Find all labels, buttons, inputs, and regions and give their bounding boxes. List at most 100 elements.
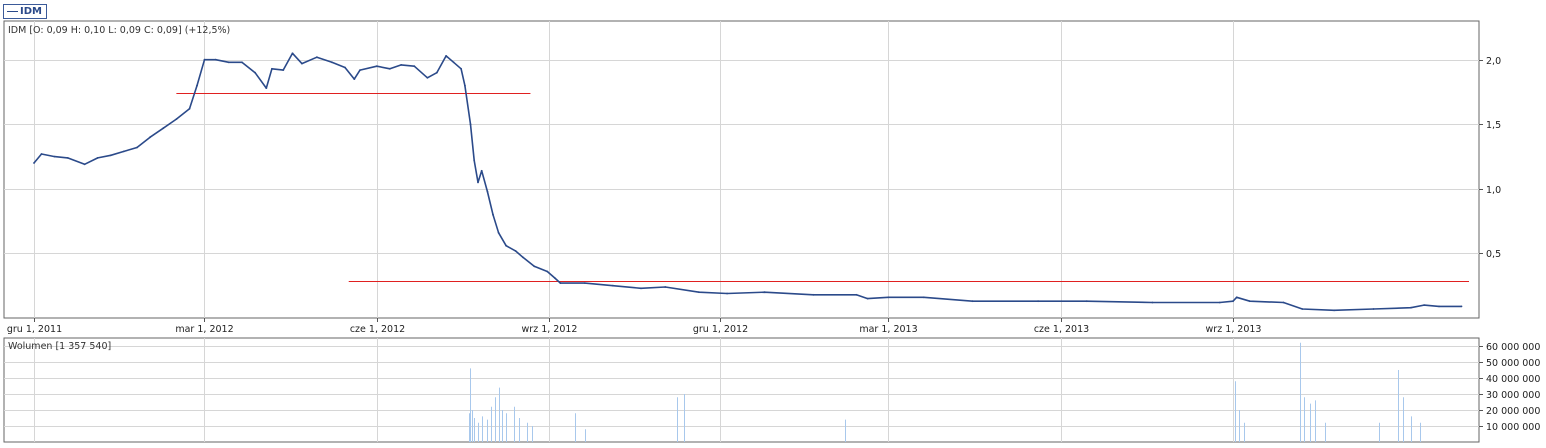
price-point: [505, 244, 507, 247]
price-point: [477, 181, 479, 184]
x-tick-label: cze 1, 2012: [350, 324, 405, 335]
price-point: [316, 56, 318, 59]
price-point: [452, 61, 455, 64]
price-point: [971, 300, 974, 303]
price-point: [123, 150, 125, 153]
y-tick-label: 1,5: [1486, 120, 1501, 131]
price-point: [66, 157, 69, 159]
price-point: [469, 123, 472, 126]
price-point: [492, 213, 494, 216]
price-point: [291, 52, 294, 55]
price-point: [1235, 296, 1238, 299]
price-point: [1410, 306, 1412, 309]
price-point: [612, 284, 614, 287]
price-point: [1333, 309, 1335, 312]
price-point: [460, 67, 462, 70]
price-y-axis: 0,5 1,0 1,5 2,0: [1479, 56, 1501, 260]
price-point: [583, 282, 586, 284]
legend-button[interactable]: IDM: [3, 4, 47, 19]
price-point: [559, 282, 562, 284]
volume-y-tick-label: 30 000 000: [1486, 390, 1540, 401]
price-panel-frame: [3, 20, 1480, 319]
x-tick-label: mar 1, 2013: [859, 324, 917, 335]
price-point: [464, 84, 466, 87]
price-point: [1438, 305, 1440, 308]
price-point: [497, 231, 500, 234]
price-point: [812, 293, 815, 296]
price-point: [162, 127, 165, 130]
price-point: [887, 296, 890, 299]
price-point: [640, 287, 642, 290]
price-point: [522, 256, 524, 259]
price-point: [271, 67, 273, 70]
volume-y-tick-label: 20 000 000: [1486, 406, 1540, 417]
volume-y-tick-label: 50 000 000: [1486, 358, 1540, 369]
price-point: [1460, 305, 1463, 308]
price-point: [203, 58, 206, 61]
legend-line-swatch-icon: [7, 11, 18, 12]
price-point: [1218, 301, 1221, 304]
x-tick-label: wrz 1, 2012: [522, 324, 578, 335]
price-point: [400, 64, 403, 66]
price-point: [241, 61, 243, 64]
price-point: [664, 286, 667, 288]
price-point: [96, 157, 99, 159]
price-point: [1151, 301, 1154, 304]
x-tick-label: wrz 1, 2013: [1206, 324, 1262, 335]
price-point: [533, 265, 536, 268]
price-point: [375, 65, 378, 68]
price-point: [546, 270, 549, 273]
price-point: [1282, 301, 1285, 304]
price-point: [1248, 300, 1251, 303]
price-point: [1085, 300, 1088, 303]
price-point: [83, 163, 86, 166]
legend-label: IDM: [20, 6, 42, 17]
price-point: [188, 107, 191, 110]
price-point: [175, 118, 178, 120]
price-point: [514, 250, 517, 252]
price-point: [763, 291, 766, 294]
price-point: [698, 291, 700, 294]
x-tick-label: cze 1, 2013: [1034, 324, 1089, 335]
price-point: [301, 62, 303, 65]
volume-y-tick-label: 10 000 000: [1486, 422, 1540, 433]
price-point: [109, 154, 112, 157]
price-point: [426, 76, 429, 79]
price-point: [265, 87, 268, 89]
price-point: [33, 162, 35, 164]
price-point: [282, 69, 285, 71]
price-point: [136, 146, 138, 149]
volume-y-tick-label: 40 000 000: [1486, 374, 1540, 385]
price-point: [473, 159, 476, 162]
price-point: [353, 78, 356, 80]
price-point: [445, 55, 447, 57]
price-point: [855, 293, 858, 296]
price-point: [553, 277, 556, 279]
price-point: [359, 69, 361, 71]
price-point: [922, 296, 925, 299]
price-point: [149, 136, 152, 139]
y-tick-label: 0,5: [1486, 249, 1501, 260]
price-point: [227, 61, 230, 64]
price-point: [389, 67, 391, 70]
price-point: [344, 66, 346, 69]
price-point: [196, 84, 198, 87]
price-point: [214, 58, 217, 61]
y-tick-label: 1,0: [1486, 185, 1501, 196]
x-tick-label: mar 1, 2012: [175, 324, 233, 335]
volume-panel-header: Wolumen [1 357 540]: [8, 341, 111, 352]
stock-chart: IDM 0,5 1,0 1,5 2,0 gru 1, 2011 mar 1, 2012 c…: [0, 0, 1546, 444]
x-tick-label: gru 1, 2012: [693, 324, 748, 335]
price-point: [1232, 300, 1234, 303]
price-x-axis: gru 1, 2011 mar 1, 2012 cze 1, 2012 wrz 1, …: [7, 318, 1262, 335]
price-point: [480, 169, 483, 172]
price-point: [435, 71, 438, 74]
price-point: [866, 297, 869, 300]
chart-canvas: 0,5 1,0 1,5 2,0 gru 1, 2011 mar 1, 2012 cze 1…: [3, 20, 1540, 443]
price-panel-header: IDM [O: 0,09 H: 0,10 L: 0,09 C: 0,09] (+…: [8, 25, 230, 36]
price-point: [1423, 304, 1425, 306]
price-point: [331, 61, 333, 64]
price-point: [413, 65, 416, 68]
price-point: [1037, 300, 1039, 303]
price-point: [1372, 308, 1375, 310]
